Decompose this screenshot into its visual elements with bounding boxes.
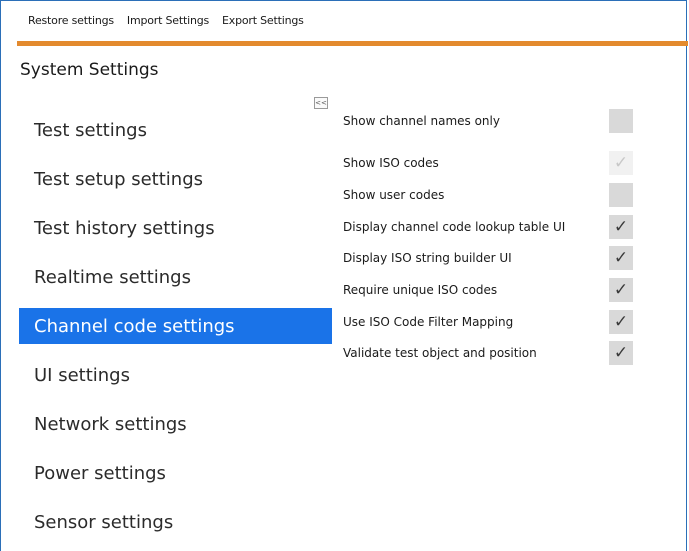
setting-row: Show user codes (343, 183, 633, 207)
nav-item-sensor-settings[interactable]: Sensor settings (19, 498, 332, 547)
setting-row: Display ISO string builder UI ✓ (343, 246, 633, 270)
setting-label: Show user codes (343, 188, 445, 202)
nav-item-network-settings[interactable]: Network settings (19, 400, 332, 449)
setting-label: Show channel names only (343, 114, 500, 128)
setting-label: Display channel code lookup table UI (343, 220, 566, 234)
nav-item-test-history-settings[interactable]: Test history settings (19, 204, 332, 253)
validate-test-object-checkbox[interactable]: ✓ (609, 341, 633, 365)
show-iso-codes-checkbox[interactable]: ✓ (609, 151, 633, 175)
setting-label: Show ISO codes (343, 156, 439, 170)
checkmark-icon: ✓ (613, 153, 629, 173)
nav-item-test-settings[interactable]: Test settings (19, 106, 332, 155)
display-iso-string-builder-checkbox[interactable]: ✓ (609, 246, 633, 270)
menu-bar: Restore settings Import Settings Export … (1, 1, 688, 39)
export-settings-menu[interactable]: Export Settings (222, 14, 304, 27)
setting-row: Require unique ISO codes ✓ (343, 278, 633, 302)
checkmark-icon: ✓ (613, 343, 629, 363)
setting-label: Use ISO Code Filter Mapping (343, 315, 514, 329)
setting-label: Validate test object and position (343, 346, 537, 360)
nav-item-test-setup-settings[interactable]: Test setup settings (19, 155, 332, 204)
setting-label: Display ISO string builder UI (343, 251, 512, 265)
show-user-codes-checkbox[interactable] (609, 183, 633, 207)
import-settings-menu[interactable]: Import Settings (127, 14, 209, 27)
checkmark-icon: ✓ (613, 280, 629, 300)
setting-row: Validate test object and position ✓ (343, 341, 633, 365)
checkmark-icon: ✓ (613, 312, 629, 332)
show-channel-names-only-checkbox[interactable] (609, 109, 633, 133)
nav-item-power-settings[interactable]: Power settings (19, 449, 332, 498)
accent-divider (17, 41, 688, 46)
settings-window: Restore settings Import Settings Export … (0, 0, 688, 551)
display-lookup-table-checkbox[interactable]: ✓ (609, 215, 633, 239)
nav-item-realtime-settings[interactable]: Realtime settings (19, 253, 332, 302)
require-unique-iso-codes-checkbox[interactable]: ✓ (609, 278, 633, 302)
nav-item-channel-code-settings[interactable]: Channel code settings (19, 308, 332, 344)
setting-row: Show ISO codes ✓ (343, 151, 633, 175)
nav-item-ui-settings[interactable]: UI settings (19, 351, 332, 400)
checkmark-icon: ✓ (613, 248, 629, 268)
checkmark-icon: ✓ (613, 217, 629, 237)
use-iso-code-filter-mapping-checkbox[interactable]: ✓ (609, 310, 633, 334)
setting-label: Require unique ISO codes (343, 283, 498, 297)
settings-nav: Test settings Test setup settings Test h… (19, 106, 332, 547)
page-title: System Settings (20, 60, 159, 80)
setting-row: Use ISO Code Filter Mapping ✓ (343, 310, 633, 334)
setting-row: Display channel code lookup table UI ✓ (343, 215, 633, 239)
restore-settings-menu[interactable]: Restore settings (28, 14, 114, 27)
setting-row: Show channel names only (343, 109, 633, 133)
